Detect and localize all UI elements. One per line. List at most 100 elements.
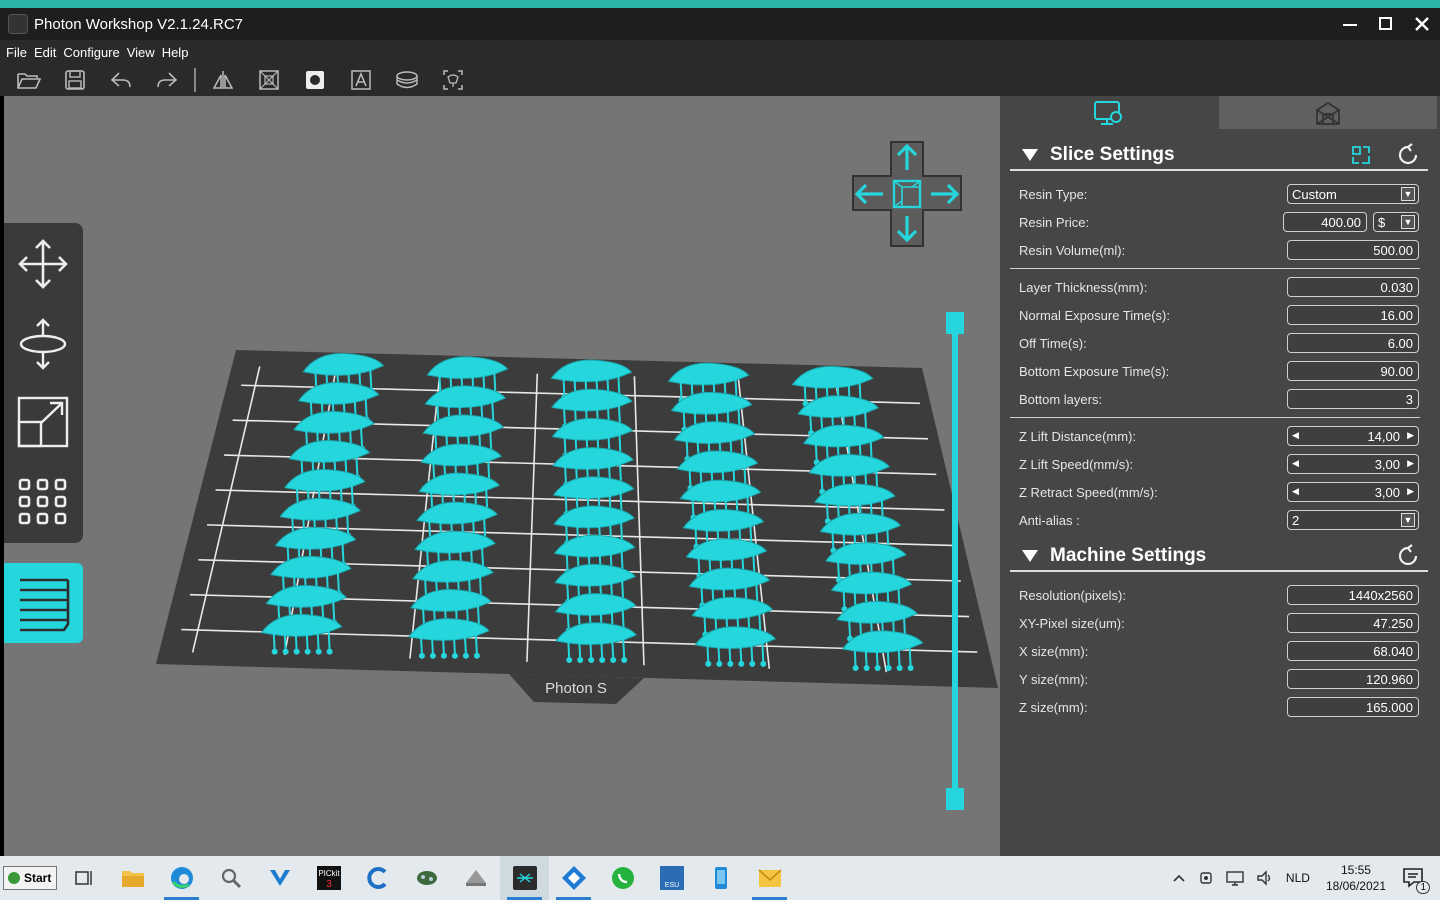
reset-icon[interactable]: [1396, 143, 1420, 167]
language-indicator[interactable]: NLD: [1286, 871, 1310, 885]
taskbar-c-app[interactable]: [353, 856, 402, 900]
resin-type-select[interactable]: Custom ▼: [1287, 184, 1419, 204]
x-size-input[interactable]: 68.040: [1287, 641, 1419, 661]
task-view-button[interactable]: [59, 856, 108, 900]
punch-hole-button[interactable]: [292, 65, 338, 95]
increment-arrow-icon[interactable]: ▶: [1407, 458, 1414, 469]
vs-code-icon: [269, 870, 290, 886]
tab-slice-settings[interactable]: [1000, 96, 1218, 129]
pickit-icon: PICkit3: [316, 866, 341, 890]
dropdown-arrow-icon[interactable]: ▼: [1401, 215, 1415, 229]
start-button[interactable]: Start: [3, 866, 57, 890]
taskbar-file-explorer[interactable]: [108, 856, 157, 900]
clock[interactable]: 15:55 18/06/2021: [1326, 862, 1386, 894]
close-button[interactable]: [1404, 8, 1440, 40]
taskbar-phone-app[interactable]: [696, 856, 745, 900]
taskbar-circuit-app[interactable]: [402, 856, 451, 900]
bottom-layers-row: Bottom layers: 3: [1019, 388, 1421, 410]
menu-edit[interactable]: Edit: [34, 45, 56, 60]
circuit-icon: [416, 871, 437, 885]
collapse-triangle-icon[interactable]: [1022, 550, 1038, 562]
slice-settings-header[interactable]: Slice Settings: [1010, 141, 1428, 171]
z-size-label: Z size(mm):: [1019, 699, 1088, 715]
hollow-button[interactable]: [246, 65, 292, 95]
y-size-input[interactable]: 120.960: [1287, 669, 1419, 689]
layer-slider-bottom-handle[interactable]: [946, 788, 964, 810]
tab-machine-settings[interactable]: [1219, 96, 1437, 129]
file-explorer-icon: [121, 871, 144, 887]
normal-exposure-input[interactable]: 16.00: [1287, 305, 1419, 325]
taskbar-photon-workshop[interactable]: [500, 856, 549, 900]
notification-center-button[interactable]: 1: [1402, 866, 1430, 894]
z-lift-distance-row: Z Lift Distance(mm): ◀ 14,00 ▶: [1019, 425, 1421, 447]
currency-select[interactable]: $ ▼: [1373, 212, 1419, 232]
chevron-up-icon[interactable]: [1172, 871, 1186, 885]
off-time-input[interactable]: 6.00: [1287, 333, 1419, 353]
move-tool-button[interactable]: [16, 237, 70, 291]
taskbar-pickit[interactable]: PICkit 3: [304, 856, 353, 900]
menu-configure[interactable]: Configure: [63, 45, 119, 60]
taskbar-mail-app[interactable]: [745, 856, 794, 900]
redo-button[interactable]: [144, 65, 190, 95]
text-button[interactable]: [338, 65, 384, 95]
maximize-button[interactable]: [1368, 8, 1404, 40]
taskbar-search[interactable]: [206, 856, 255, 900]
layer-slider[interactable]: [945, 312, 965, 812]
meet-now-icon[interactable]: [1198, 870, 1214, 886]
resin-volume-input[interactable]: 500.00: [1287, 240, 1419, 260]
decrement-arrow-icon[interactable]: ◀: [1292, 430, 1299, 441]
layer-slider-top-handle[interactable]: [946, 312, 964, 334]
volume-icon[interactable]: [1256, 870, 1274, 886]
taskbar-cad-app[interactable]: [451, 856, 500, 900]
machine-settings-header[interactable]: Machine Settings: [1010, 542, 1428, 572]
xy-pixel-input[interactable]: 47.250: [1287, 613, 1419, 633]
bottom-exposure-input[interactable]: 90.00: [1287, 361, 1419, 381]
dropdown-arrow-icon[interactable]: ▼: [1401, 513, 1415, 527]
taskbar-blue-app[interactable]: [549, 856, 598, 900]
taskbar-whatsapp[interactable]: [598, 856, 647, 900]
menu-help[interactable]: Help: [162, 45, 189, 60]
taskbar-edge[interactable]: [157, 856, 206, 900]
decrement-arrow-icon[interactable]: ◀: [1292, 486, 1299, 497]
decrement-arrow-icon[interactable]: ◀: [1292, 458, 1299, 469]
undo-button[interactable]: [98, 65, 144, 95]
z-retract-speed-row: Z Retract Speed(mm/s): ◀ 3,00 ▶: [1019, 481, 1421, 503]
reset-icon[interactable]: [1396, 544, 1420, 568]
array-tool-button[interactable]: [16, 474, 70, 528]
increment-arrow-icon[interactable]: ▶: [1407, 486, 1414, 497]
z-lift-distance-stepper[interactable]: ◀ 14,00 ▶: [1287, 426, 1419, 446]
z-retract-speed-stepper[interactable]: ◀ 3,00 ▶: [1287, 482, 1419, 502]
layer-view-button[interactable]: [4, 563, 83, 643]
supports-button[interactable]: [430, 65, 476, 95]
anti-alias-select[interactable]: 2 ▼: [1287, 510, 1419, 530]
taskbar-esu-app[interactable]: ESU: [647, 856, 696, 900]
minimize-button[interactable]: [1332, 8, 1368, 40]
slice-button[interactable]: [384, 65, 430, 95]
z-lift-speed-value: 3,00: [1374, 456, 1400, 472]
mirror-button[interactable]: [200, 65, 246, 95]
open-button[interactable]: [6, 65, 52, 95]
resolution-input[interactable]: 1440x2560: [1287, 585, 1419, 605]
z-size-input[interactable]: 165.000: [1287, 697, 1419, 717]
array-icon: [18, 478, 67, 525]
save-button[interactable]: [52, 65, 98, 95]
menu-file[interactable]: File: [6, 45, 27, 60]
increment-arrow-icon[interactable]: ▶: [1407, 430, 1414, 441]
toolbar: [0, 64, 1440, 96]
view-navigation-cube[interactable]: [851, 140, 963, 248]
text-icon: [351, 70, 371, 90]
rotate-icon: [19, 318, 67, 370]
x-size-label: X size(mm):: [1019, 643, 1089, 659]
network-icon[interactable]: [1226, 870, 1244, 886]
resin-price-input[interactable]: 400.00: [1283, 212, 1367, 232]
z-lift-speed-stepper[interactable]: ◀ 3,00 ▶: [1287, 454, 1419, 474]
bottom-layers-input[interactable]: 3: [1287, 389, 1419, 409]
rotate-tool-button[interactable]: [16, 316, 70, 370]
scale-tool-button[interactable]: [16, 395, 70, 449]
collapse-triangle-icon[interactable]: [1022, 149, 1038, 161]
dropdown-arrow-icon[interactable]: ▼: [1401, 187, 1415, 201]
taskbar-vscode[interactable]: [255, 856, 304, 900]
expand-icon[interactable]: [1350, 144, 1372, 166]
menu-view[interactable]: View: [127, 45, 155, 60]
layer-thickness-input[interactable]: 0.030: [1287, 277, 1419, 297]
